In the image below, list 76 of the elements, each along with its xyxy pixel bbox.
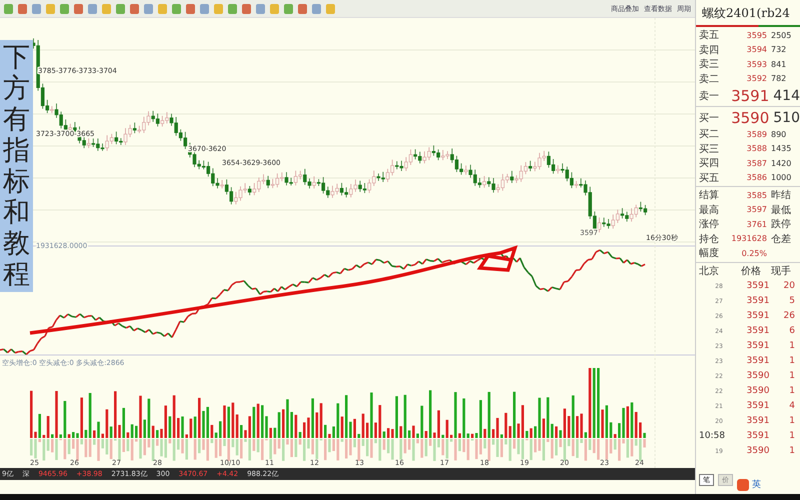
stat-label: 持仓 [699,232,720,246]
stat-label: 幅度 [699,246,720,260]
overlay-caption: 下方有指标和教程 [0,40,33,292]
trade-price: 3590 [746,371,770,381]
column-header: 价格 [741,264,762,278]
order-volume: 782 [771,74,786,84]
order-volume: 510 [773,110,800,126]
order-volume: 1000 [771,173,792,182]
trade-price: 3591 [746,311,770,321]
order-price: 3594 [746,45,768,54]
trade-volume: 6 [788,326,795,336]
stat-value: 3761 [746,220,768,229]
trade-volume: 1 [788,341,795,351]
order-price: 3587 [746,158,768,168]
order-label: 买五 [699,172,720,185]
order-label: 买一 [699,112,720,124]
stat-value: 0.25% [740,248,768,258]
order-price: 3592 [746,74,768,84]
stat-value: 3585 [746,190,768,200]
order-price: 3595 [746,30,768,40]
order-price: 3589 [746,130,768,139]
order-volume: 1435 [771,144,792,154]
trade-volume: 1 [788,446,795,456]
order-label: 卖一 [699,90,720,102]
column-header: 北京 [699,264,720,278]
order-label: 卖二 [699,72,720,86]
trade-price: 3591 [746,401,770,411]
order-volume: 732 [771,45,786,54]
trade-volume: 1 [788,371,795,381]
order-label: 卖五 [699,28,720,42]
order-price: 3588 [746,144,768,154]
order-price: 3593 [746,60,768,69]
order-label: 卖四 [699,44,720,57]
trade-volume: 1 [788,416,795,426]
trade-volume: 5 [788,296,795,306]
order-volume: 890 [771,130,786,139]
stat-label: 结算 [699,188,720,202]
stat-label: 最高 [699,204,720,217]
order-volume: 2505 [771,30,792,40]
stat-label: 最低 [771,204,791,217]
stat-label: 涨停 [699,218,720,232]
trade-price: 3591 [746,296,770,306]
order-price: 3586 [746,173,768,182]
stat-label: 昨结 [771,188,791,202]
trade-volume: 1 [788,386,795,396]
order-label: 买四 [699,157,720,170]
order-price: 3591 [730,86,770,104]
trade-price: 3590 [746,386,770,396]
order-label: 买二 [699,128,720,142]
trade-volume: 20 [782,281,795,291]
order-label: 买三 [699,142,720,156]
ime-logo-icon[interactable] [737,478,749,490]
order-label: 卖三 [699,58,720,72]
trade-volume: 1 [788,431,795,441]
trade-price: 3591 [746,431,770,441]
trade-price: 3591 [746,326,770,336]
trade-price: 3591 [746,281,770,291]
ime-mode[interactable]: 英 [752,478,761,491]
order-volume: 841 [771,60,786,69]
stat-label: 跌停 [771,218,791,232]
stat-value: 1931628 [730,234,768,244]
order-price: 3590 [730,108,770,126]
contract-title: 螺纹2401(rb24 [701,5,791,22]
trade-price: 3591 [746,356,770,366]
trade-price: 3591 [746,416,770,426]
column-header: 现手 [771,264,791,278]
trade-time: 10:58 [699,431,726,441]
trade-volume: 1 [788,356,795,366]
trade-price: 3590 [746,446,770,456]
trade-volume: 4 [788,401,795,411]
order-volume: 414 [773,88,800,104]
order-volume: 1420 [771,158,792,168]
stat-label: 仓差 [771,232,791,246]
trade-price: 3591 [746,341,770,351]
trade-volume: 26 [782,311,795,321]
stat-value: 3597 [746,205,768,214]
